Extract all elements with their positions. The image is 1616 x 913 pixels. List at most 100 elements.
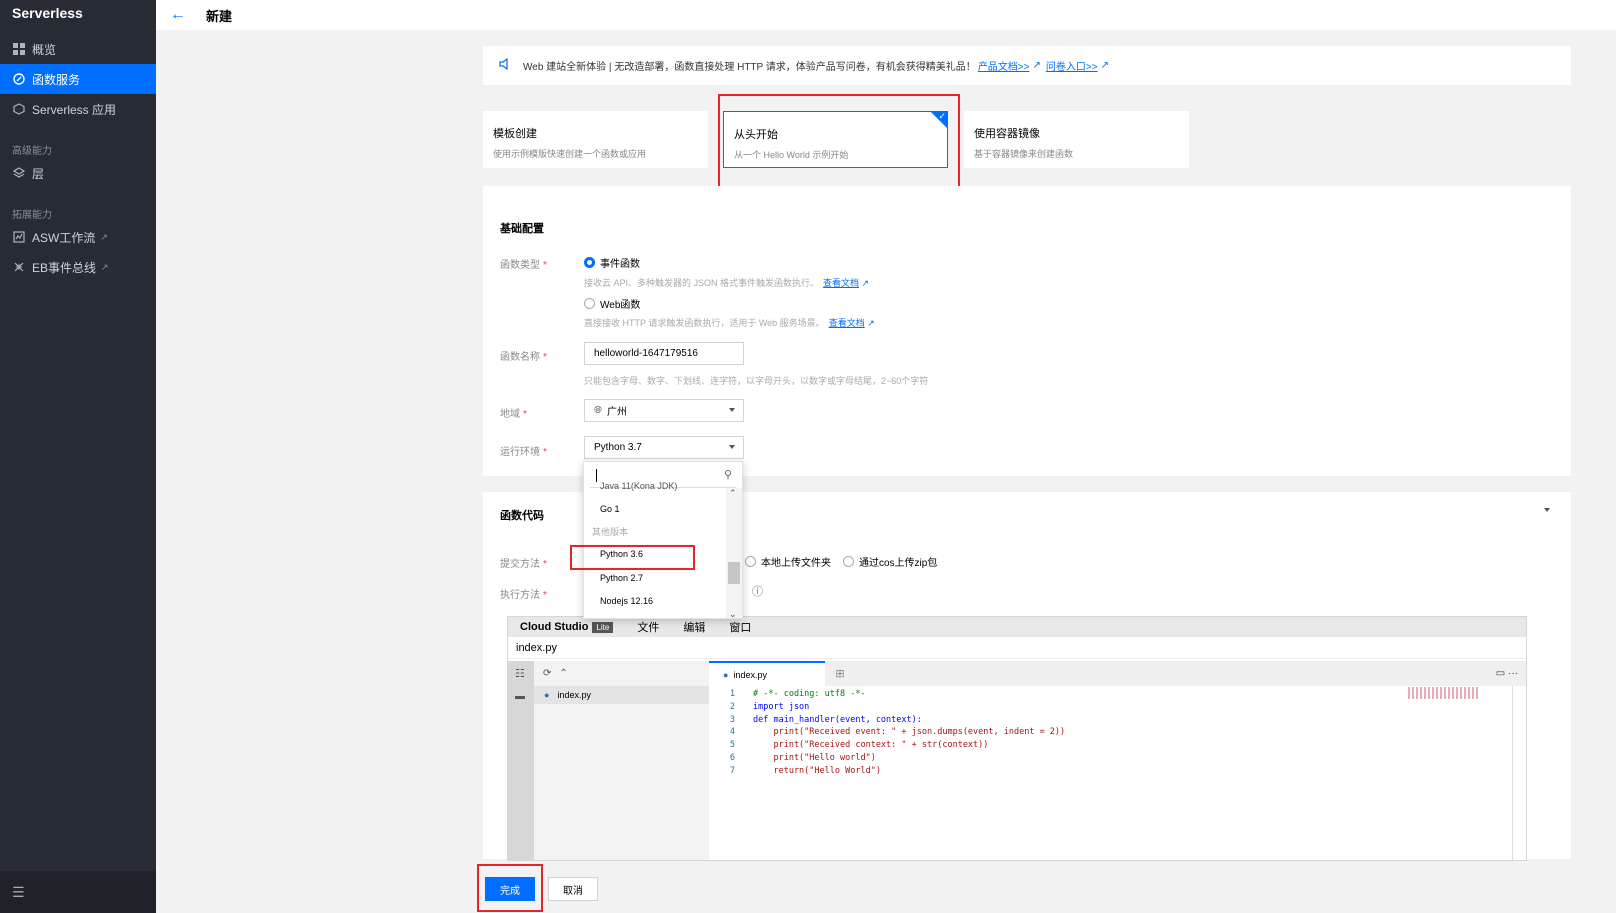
doc-link[interactable]: 查看文档 [829, 318, 865, 328]
method-title: 从头开始 [734, 129, 778, 141]
runtime-select[interactable]: Python 3.7 [584, 436, 744, 459]
workflow-icon [12, 230, 26, 244]
chevron-down-icon [729, 445, 735, 449]
type-web-radio[interactable]: Web函数 [584, 296, 640, 311]
file-name: index.py [557, 690, 591, 700]
cloud-studio-editor: Cloud Studio Lite 文件 编辑 窗口 index.py ☷ ▬ … [507, 616, 1527, 861]
code-line: 1 # -*- coding: utf8 -*- [729, 689, 866, 699]
sidebar-item-serverless-app[interactable]: Serverless 应用 [0, 94, 156, 124]
function-name-label: 函数名称 * [500, 352, 547, 363]
ide-file-tree: ⟳ ⌃ ● index.py [534, 661, 709, 860]
sidebar-group-advanced: 高级能力 [12, 146, 52, 157]
notice-banner: Web 建站全新体验 | 无改造部署，函数直接处理 HTTP 请求，体验产品写问… [483, 46, 1571, 85]
ide-menu-edit[interactable]: 编辑 [683, 619, 705, 635]
notice-text: Web 建站全新体验 | 无改造部署，函数直接处理 HTTP 请求，体验产品写问… [523, 62, 976, 73]
sidebar-item-functions[interactable]: 函数服务 [0, 64, 156, 94]
scroll-down-icon[interactable]: ⌄ [729, 609, 737, 618]
dropdown-scrollbar[interactable]: ⌃ ⌄ [726, 488, 742, 618]
dropdown-item[interactable]: Java 11(Kona JDK) [584, 480, 724, 492]
external-link-icon: ↗ [1100, 60, 1109, 71]
sidebar-item-label: EB事件总线 [32, 260, 97, 275]
ide-brand: Cloud Studio [520, 621, 589, 633]
dropdown-item-python36[interactable]: Python 3.6 [584, 543, 724, 565]
sidebar-item-asw[interactable]: ASW工作流 ↗ [0, 222, 156, 252]
runtime-dropdown: ⚲ Java 11(Kona JDK) Go 1 其他版本 Python 3.6… [583, 461, 743, 619]
sidebar-item-overview[interactable]: 概览 [0, 34, 156, 64]
method-container-image[interactable]: 使用容器镜像 基于容器镜像来创建函数 [964, 111, 1189, 168]
ide-tab-index[interactable]: ● index.py [709, 661, 825, 686]
code-line: 4 print("Received event: " + json.dumps(… [729, 727, 1066, 738]
scroll-up-icon[interactable]: ⌃ [729, 488, 737, 499]
external-link-icon: ↗ [100, 231, 108, 242]
search-icon: ⚲ [723, 469, 732, 481]
function-code-title: 函数代码 [500, 510, 544, 522]
event-bus-icon [12, 260, 26, 274]
runtime-value: Python 3.7 [594, 442, 642, 453]
code-line: 2 import json [729, 701, 810, 712]
info-icon[interactable]: ⓘ [752, 583, 763, 599]
split-editor-icon[interactable]: ⊞ [825, 661, 855, 686]
ide-activity-bar: ☷ ▬ [508, 661, 534, 860]
method-title: 模板创建 [493, 128, 537, 140]
collapse-caret-icon[interactable] [1544, 508, 1550, 512]
check-icon: ✓ [938, 111, 946, 121]
file-tree-item[interactable]: ● index.py [534, 686, 709, 704]
upload-folder-radio[interactable]: 本地上传文件夹 [745, 554, 831, 569]
doc-link[interactable]: 查看文档 [823, 278, 859, 288]
sidebar-item-label: Serverless 应用 [32, 102, 117, 117]
function-name-input[interactable]: helloworld-1647179516 [584, 342, 744, 365]
cancel-button[interactable]: 取消 [548, 877, 598, 901]
sidebar-item-label: ASW工作流 [32, 230, 96, 245]
sidebar-item-label: 概览 [32, 42, 57, 57]
cube-icon [12, 102, 26, 116]
layers-icon [12, 166, 26, 180]
region-select[interactable]: 🌐︎ 广州 [584, 399, 744, 422]
sidebar: Serverless 概览 函数服务 Serverless 应用 高级能力 层 … [0, 0, 156, 913]
dropdown-item[interactable]: Go 1 [584, 498, 724, 520]
sidebar-item-layer[interactable]: 层 [0, 158, 156, 188]
survey-link[interactable]: 问卷入口>> [1046, 58, 1098, 73]
external-link-icon: ↗ [101, 261, 109, 272]
speaker-icon [499, 57, 511, 73]
method-title: 使用容器镜像 [974, 128, 1040, 140]
done-button[interactable]: 完成 [485, 877, 535, 901]
editor-scrollbar[interactable] [1512, 686, 1518, 860]
list-tree-icon[interactable]: ☷ [515, 667, 525, 680]
ide-file-path: index.py [508, 637, 1526, 659]
page-title: 新建 [206, 8, 233, 24]
cos-zip-radio[interactable]: 通过cos上传zip包 [843, 554, 937, 569]
chevron-up-icon[interactable]: ⌃ [559, 668, 567, 679]
method-desc: 从一个 Hello World 示例开始 [734, 150, 849, 160]
product-doc-link[interactable]: 产品文档>> [978, 58, 1030, 73]
dropdown-item-python27[interactable]: Python 2.7 [584, 567, 724, 589]
ide-menu-file[interactable]: 文件 [637, 619, 659, 635]
python-icon: ● [544, 690, 550, 700]
dropdown-item-nodejs[interactable]: Nodejs 12.16 [584, 590, 724, 612]
ide-tab-bar: ● index.py ⊞ ▭ ··· [709, 661, 1526, 686]
more-actions-icon[interactable]: ▭ ··· [1496, 661, 1526, 686]
method-from-scratch[interactable]: 从头开始 从一个 Hello World 示例开始 ✓ [723, 111, 948, 168]
ide-editor-area[interactable]: ● index.py ⊞ ▭ ··· 1 # -*- coding: utf8 -… [709, 661, 1526, 860]
sidebar-item-eb[interactable]: EB事件总线 ↗ [0, 252, 156, 282]
code-line: 7 return("Hello World") [729, 765, 881, 776]
type-event-radio[interactable]: 事件函数 [584, 255, 640, 270]
basic-config-title: 基础配置 [500, 223, 544, 235]
ide-menu-window[interactable]: 窗口 [729, 619, 751, 635]
method-template[interactable]: 模板创建 使用示例模版快速创建一个函数或应用 [483, 111, 708, 168]
back-arrow-icon[interactable]: ← [170, 6, 186, 24]
collapse-sidebar-icon[interactable]: ☰ [0, 871, 156, 913]
type-web-hint: 直接接收 HTTP 请求触发函数执行，适用于 Web 服务场景。 查看文档 ↗ [584, 318, 875, 328]
runtime-label: 运行环境 * [500, 447, 547, 458]
scroll-thumb[interactable] [728, 562, 740, 584]
folder-icon[interactable]: ▬ [515, 691, 525, 702]
type-event-hint: 接收云 API、多种触发器的 JSON 格式事件触发函数执行。 查看文档 ↗ [584, 278, 870, 288]
chevron-down-icon [729, 408, 735, 412]
ide-lite-badge: Lite [592, 621, 614, 633]
sidebar-item-label: 函数服务 [32, 72, 81, 87]
sidebar-item-label: 层 [32, 166, 45, 181]
method-desc: 使用示例模版快速创建一个函数或应用 [493, 149, 647, 159]
region-label: 地域 * [500, 409, 527, 420]
refresh-icon[interactable]: ⟳ [543, 668, 551, 679]
sidebar-group-extend: 拓展能力 [12, 210, 52, 221]
globe-icon: 🌐︎ [594, 405, 602, 416]
